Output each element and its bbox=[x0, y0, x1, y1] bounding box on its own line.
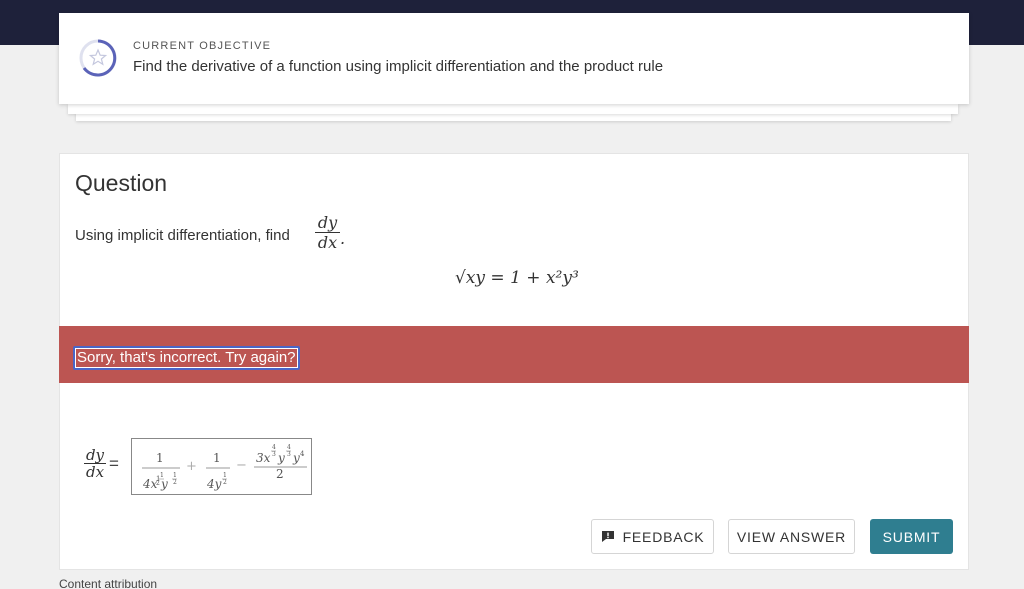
star-icon bbox=[88, 48, 108, 66]
submit-button[interactable]: SUBMIT bbox=[870, 519, 953, 554]
svg-text:−: − bbox=[236, 458, 247, 473]
svg-text:2: 2 bbox=[173, 479, 177, 486]
fraction-numerator: dy bbox=[315, 213, 340, 233]
answer-expression-render: 1 4x 1 2 y 1 2 1 + 1 4y 1 2 − 3x 4 3 y 4… bbox=[142, 444, 307, 491]
prompt-period: . bbox=[340, 229, 346, 248]
answer-lhs-fraction: dy dx bbox=[84, 447, 106, 481]
svg-text:1: 1 bbox=[213, 451, 221, 465]
dy-dx-fraction: dy dx bbox=[315, 213, 340, 253]
svg-text:1: 1 bbox=[156, 451, 164, 465]
feedback-message[interactable]: Sorry, that's incorrect. Try again? bbox=[73, 346, 300, 370]
svg-text:1: 1 bbox=[223, 472, 227, 479]
question-prompt: Using implicit differentiation, find bbox=[75, 227, 290, 244]
svg-text:3: 3 bbox=[272, 451, 276, 458]
svg-text:4y: 4y bbox=[206, 477, 222, 491]
svg-text:2: 2 bbox=[156, 480, 160, 487]
view-answer-label: VIEW ANSWER bbox=[736, 528, 847, 545]
objective-eyebrow: CURRENT OBJECTIVE bbox=[133, 40, 272, 52]
svg-text:4: 4 bbox=[272, 444, 276, 451]
lhs-denominator: dx bbox=[85, 463, 105, 481]
svg-text:y: y bbox=[277, 451, 285, 465]
feedback-icon bbox=[601, 531, 614, 542]
equals-sign: = bbox=[109, 454, 119, 473]
lhs-numerator: dy bbox=[84, 446, 106, 464]
svg-text:y: y bbox=[292, 451, 300, 465]
question-title: Question bbox=[75, 170, 168, 196]
feedback-button[interactable]: FEEDBACK bbox=[591, 519, 714, 554]
svg-text:4: 4 bbox=[300, 450, 305, 458]
content-attribution-link[interactable]: Content attribution bbox=[59, 577, 157, 589]
svg-text:3x: 3x bbox=[256, 451, 271, 465]
svg-text:+: + bbox=[186, 459, 197, 474]
objective-text: Find the derivative of a function using … bbox=[133, 58, 664, 75]
svg-text:4: 4 bbox=[287, 444, 291, 451]
answer-input[interactable]: 1 4x 1 2 y 1 2 1 + 1 4y 1 2 − 3x 4 3 y 4… bbox=[131, 438, 312, 495]
objective-card-stack-shadow bbox=[68, 104, 958, 114]
progress-ring-icon bbox=[79, 39, 117, 77]
svg-text:1: 1 bbox=[173, 472, 177, 479]
svg-text:3: 3 bbox=[287, 451, 291, 458]
view-answer-button[interactable]: VIEW ANSWER bbox=[728, 519, 855, 554]
svg-text:2: 2 bbox=[223, 479, 227, 486]
given-equation: √xy = 1 + x²y³ bbox=[455, 268, 579, 288]
svg-text:1: 1 bbox=[160, 472, 164, 479]
feedback-label: FEEDBACK bbox=[622, 528, 705, 545]
submit-label: SUBMIT bbox=[882, 528, 941, 545]
svg-text:2: 2 bbox=[276, 467, 284, 481]
fraction-denominator: dx bbox=[317, 233, 338, 252]
